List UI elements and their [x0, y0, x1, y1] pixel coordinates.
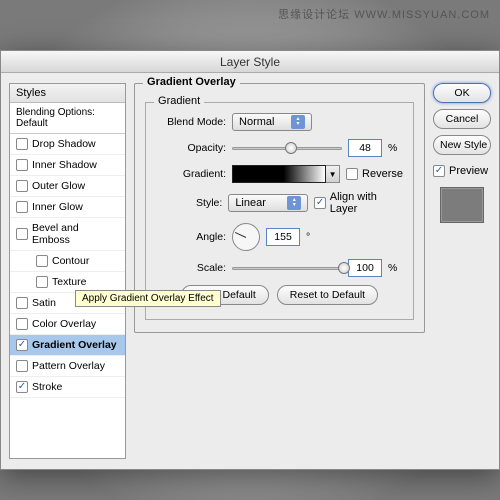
blend-mode-value: Normal: [239, 116, 274, 128]
watermark-text: 思缘设计论坛 WWW.MISSYUAN.COM: [278, 6, 490, 22]
style-item-label: Gradient Overlay: [32, 339, 117, 351]
blend-mode-select[interactable]: Normal ▴▾: [232, 113, 312, 131]
right-panel: OK Cancel New Style Preview: [433, 83, 491, 459]
style-item-label: Drop Shadow: [32, 138, 96, 150]
style-checkbox-icon[interactable]: [16, 228, 28, 240]
angle-unit: °: [306, 231, 310, 243]
style-checkbox-icon[interactable]: [16, 201, 28, 213]
preview-checkbox[interactable]: Preview: [433, 165, 491, 177]
blend-mode-label: Blend Mode:: [156, 116, 226, 128]
style-item-inner-shadow[interactable]: Inner Shadow: [10, 155, 125, 176]
style-item-outer-glow[interactable]: Outer Glow: [10, 176, 125, 197]
scale-value[interactable]: 100: [348, 259, 382, 277]
scale-percent: %: [388, 262, 397, 274]
style-item-label: Satin: [32, 297, 56, 309]
style-item-label: Pattern Overlay: [32, 360, 105, 372]
reverse-label: Reverse: [362, 168, 403, 180]
select-arrows-icon: ▴▾: [291, 115, 305, 129]
style-item-label: Contour: [52, 255, 89, 267]
select-arrows-icon: ▴▾: [287, 196, 301, 210]
styles-panel: Styles Blending Options: Default Drop Sh…: [9, 83, 126, 459]
style-item-stroke[interactable]: Stroke: [10, 377, 125, 398]
gradient-subgroup: Gradient Blend Mode: Normal ▴▾ Opacity:: [145, 102, 414, 320]
style-item-inner-glow[interactable]: Inner Glow: [10, 197, 125, 218]
style-item-label: Outer Glow: [32, 180, 85, 192]
ok-button[interactable]: OK: [433, 83, 491, 103]
style-checkbox-icon[interactable]: [36, 276, 48, 288]
scale-slider[interactable]: [232, 261, 342, 275]
gradient-label: Gradient:: [156, 168, 226, 180]
opacity-percent: %: [388, 142, 397, 154]
style-item-gradient-overlay[interactable]: Gradient Overlay: [10, 335, 125, 356]
angle-value[interactable]: 155: [266, 228, 300, 246]
style-checkbox-icon[interactable]: [16, 360, 28, 372]
reset-default-button[interactable]: Reset to Default: [277, 285, 378, 305]
style-item-pattern-overlay[interactable]: Pattern Overlay: [10, 356, 125, 377]
opacity-value[interactable]: 48: [348, 139, 382, 157]
main-panel: Gradient Overlay Gradient Blend Mode: No…: [134, 83, 425, 459]
style-item-label: Texture: [52, 276, 86, 288]
style-item-label: Inner Shadow: [32, 159, 97, 171]
style-checkbox-icon[interactable]: [16, 180, 28, 192]
style-item-label: Bevel and Emboss: [32, 222, 119, 246]
style-item-label: Color Overlay: [32, 318, 96, 330]
preview-label: Preview: [449, 165, 488, 177]
style-checkbox-icon[interactable]: [16, 339, 28, 351]
styles-header[interactable]: Styles: [10, 84, 125, 103]
align-checkbox[interactable]: Align with Layer: [314, 191, 403, 215]
style-item-contour[interactable]: Contour: [10, 251, 125, 272]
new-style-button[interactable]: New Style: [433, 135, 491, 155]
style-checkbox-icon[interactable]: [16, 381, 28, 393]
preview-cb-icon: [433, 165, 445, 177]
style-label: Style:: [156, 197, 222, 209]
style-select[interactable]: Linear ▴▾: [228, 194, 308, 212]
cancel-button[interactable]: Cancel: [433, 109, 491, 129]
angle-dial[interactable]: [232, 223, 260, 251]
reverse-cb-icon: [346, 168, 358, 180]
style-item-bevel-and-emboss[interactable]: Bevel and Emboss: [10, 218, 125, 251]
gradient-picker-arrow-icon[interactable]: ▼: [326, 165, 340, 183]
align-label: Align with Layer: [330, 191, 403, 215]
style-item-drop-shadow[interactable]: Drop Shadow: [10, 134, 125, 155]
style-checkbox-icon[interactable]: [16, 297, 28, 309]
gradient-swatch[interactable]: [232, 165, 326, 183]
style-checkbox-icon[interactable]: [16, 138, 28, 150]
blending-options[interactable]: Blending Options: Default: [10, 103, 125, 134]
group-title: Gradient Overlay: [143, 76, 240, 88]
reverse-checkbox[interactable]: Reverse: [346, 168, 403, 180]
scale-label: Scale:: [156, 262, 226, 274]
style-checkbox-icon[interactable]: [16, 318, 28, 330]
style-value: Linear: [235, 197, 266, 209]
layer-style-dialog: Layer Style Styles Blending Options: Def…: [0, 50, 500, 470]
align-cb-icon: [314, 197, 325, 209]
style-item-label: Inner Glow: [32, 201, 83, 213]
opacity-label: Opacity:: [156, 142, 226, 154]
subgroup-title: Gradient: [154, 95, 204, 107]
style-item-label: Stroke: [32, 381, 62, 393]
opacity-slider[interactable]: [232, 141, 342, 155]
style-checkbox-icon[interactable]: [36, 255, 48, 267]
angle-label: Angle:: [156, 231, 226, 243]
style-item-color-overlay[interactable]: Color Overlay: [10, 314, 125, 335]
tooltip: Apply Gradient Overlay Effect: [75, 290, 221, 307]
styles-list: Drop Shadow Inner Shadow Outer Glow Inner G…: [10, 134, 125, 398]
dialog-title: Layer Style: [1, 51, 499, 73]
preview-swatch: [440, 187, 484, 223]
style-checkbox-icon[interactable]: [16, 159, 28, 171]
